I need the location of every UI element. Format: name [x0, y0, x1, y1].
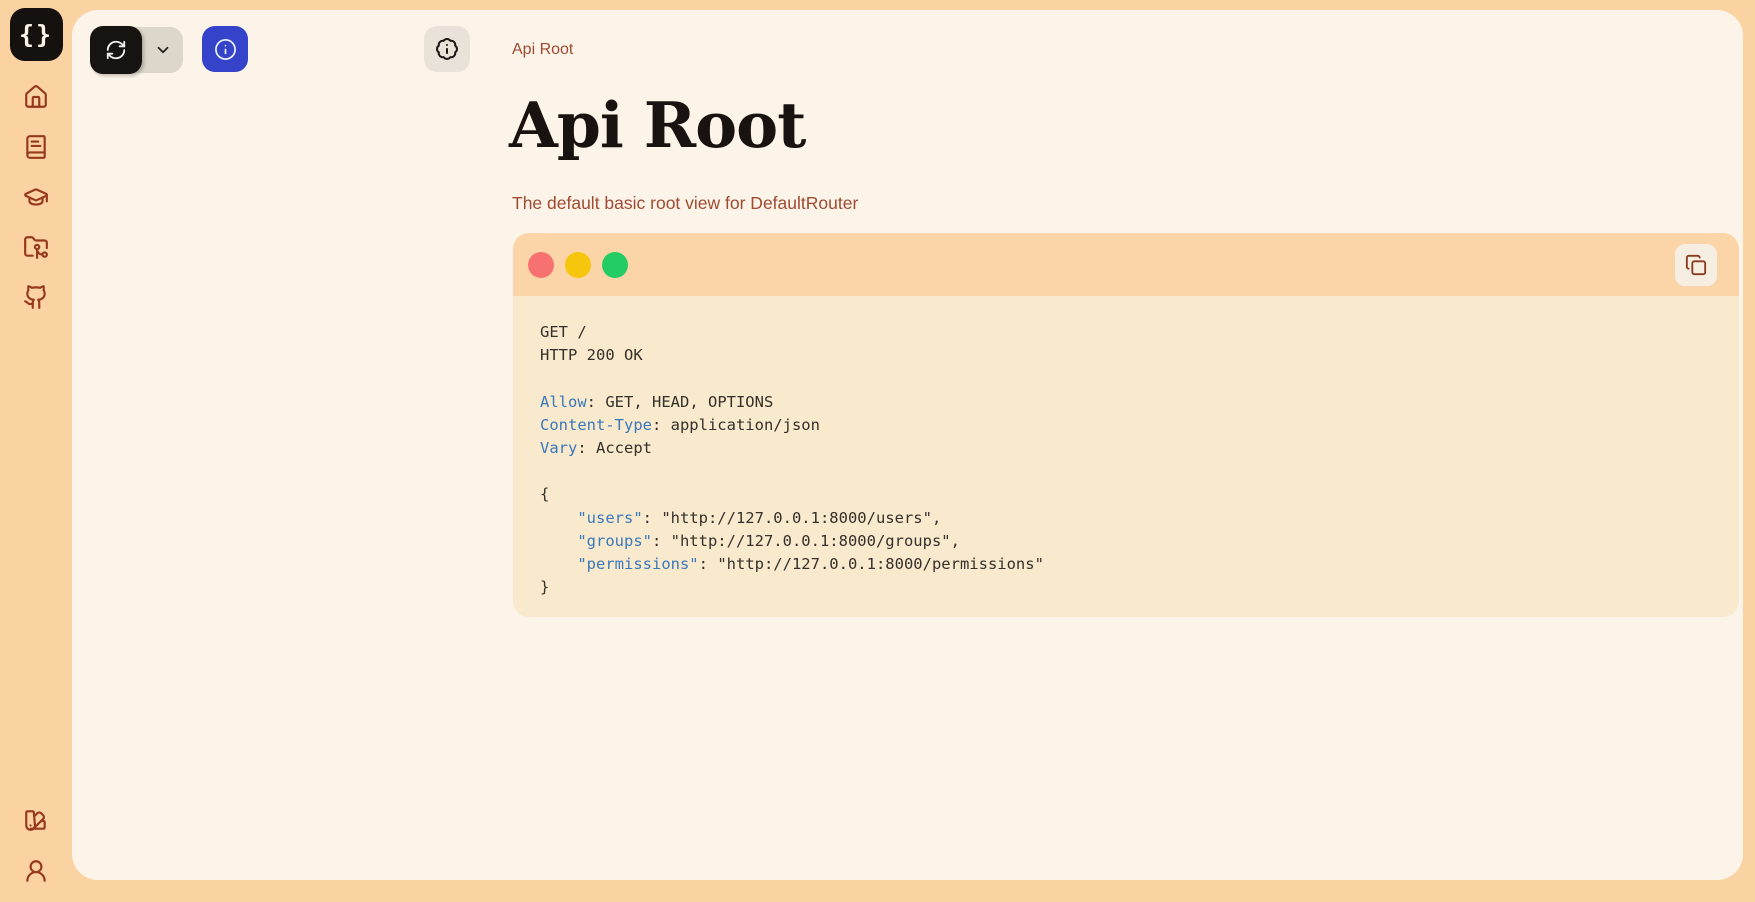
refresh-icon — [105, 39, 127, 61]
badge-info-button[interactable] — [424, 26, 470, 72]
code-line: GET / — [540, 321, 1719, 344]
folder-git-icon[interactable] — [23, 234, 49, 260]
code-line: HTTP 200 OK — [540, 344, 1719, 367]
swatch-book-icon[interactable] — [23, 807, 49, 833]
user-icon[interactable] — [23, 858, 49, 884]
code-line: "permissions": "http://127.0.0.1:8000/pe… — [540, 553, 1719, 576]
info-button[interactable] — [202, 26, 248, 72]
main-panel: Api Root Api Root The default basic root… — [72, 10, 1743, 880]
sidebar-bottom — [23, 807, 49, 884]
github-icon[interactable] — [23, 284, 49, 310]
window-dot — [528, 252, 554, 278]
code-line: "groups": "http://127.0.0.1:8000/groups"… — [540, 530, 1719, 553]
chevron-down-icon — [154, 41, 172, 59]
code-line — [540, 367, 1719, 390]
code-line: Allow: GET, HEAD, OPTIONS — [540, 391, 1719, 414]
page-title: Api Root — [509, 89, 805, 161]
refresh-button[interactable] — [90, 26, 142, 74]
sidebar-nav — [23, 84, 49, 310]
code-line: "users": "http://127.0.0.1:8000/users", — [540, 507, 1719, 530]
breadcrumb[interactable]: Api Root — [512, 40, 573, 60]
code-line: } — [540, 576, 1719, 599]
window-dots — [528, 252, 628, 278]
code-line: Vary: Accept — [540, 437, 1719, 460]
logo-braces-icon: {} — [19, 20, 53, 49]
graduation-cap-icon[interactable] — [23, 184, 49, 210]
window-dot — [565, 252, 591, 278]
code-line: Content-Type: application/json — [540, 414, 1719, 437]
copy-button[interactable] — [1675, 244, 1717, 286]
response-terminal: GET /HTTP 200 OK Allow: GET, HEAD, OPTIO… — [513, 233, 1739, 617]
window-dot — [602, 252, 628, 278]
sidebar: {} — [0, 0, 72, 902]
copy-icon — [1685, 254, 1707, 276]
code-line — [540, 460, 1719, 483]
badge-info-icon — [435, 37, 459, 61]
refresh-split-button[interactable] — [90, 26, 183, 74]
home-icon[interactable] — [23, 84, 49, 110]
book-text-icon[interactable] — [23, 134, 49, 160]
info-icon — [214, 38, 237, 61]
page-subtitle: The default basic root view for DefaultR… — [512, 193, 858, 214]
terminal-body: GET /HTTP 200 OK Allow: GET, HEAD, OPTIO… — [513, 296, 1739, 617]
app-logo[interactable]: {} — [10, 8, 63, 61]
terminal-header — [513, 233, 1739, 296]
code-line: { — [540, 483, 1719, 506]
